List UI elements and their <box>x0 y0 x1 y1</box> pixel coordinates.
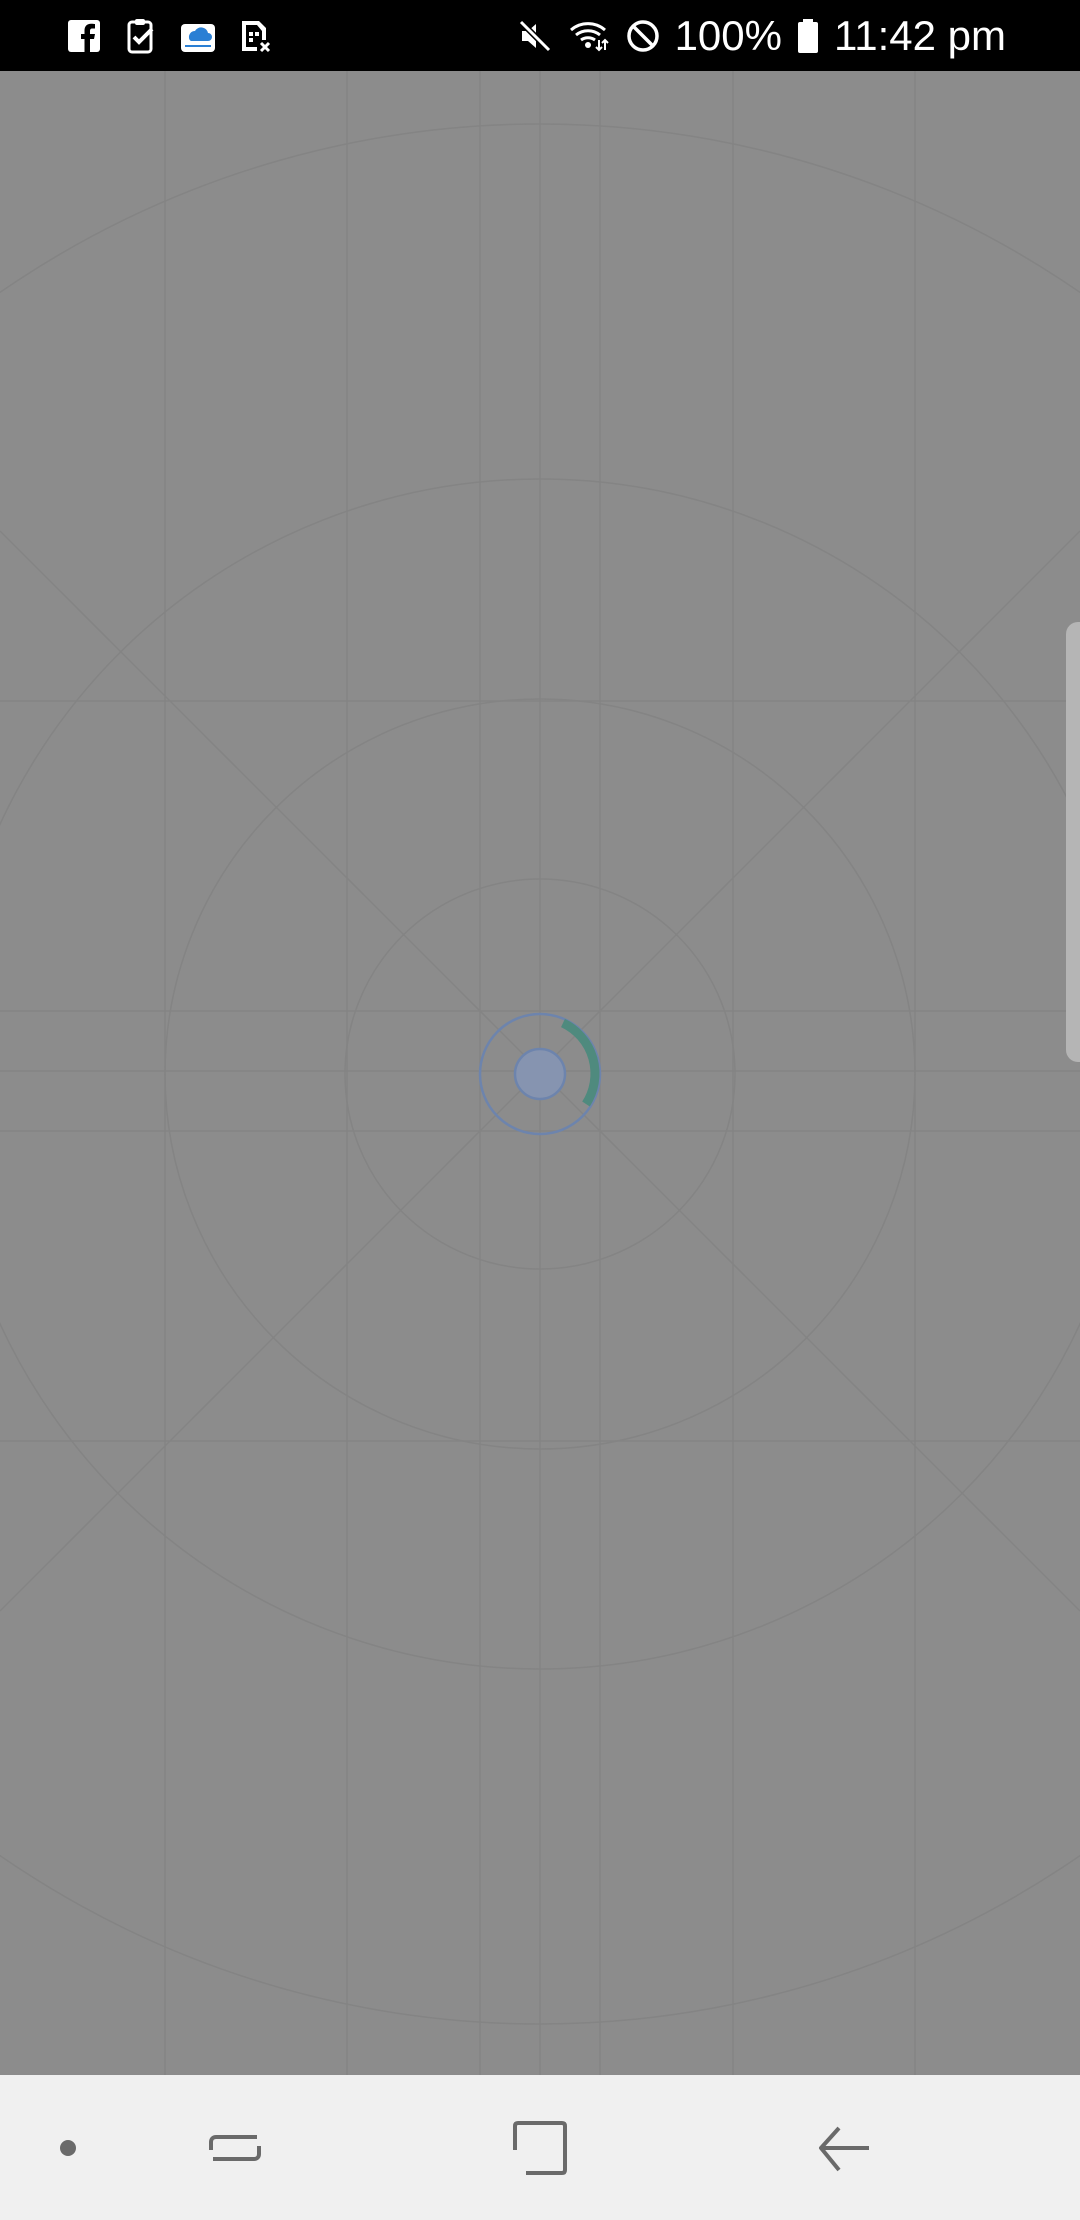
battery-icon <box>798 18 818 53</box>
notification-icons <box>66 0 273 71</box>
edge-panel-handle[interactable] <box>1066 622 1080 1062</box>
recent-apps-icon <box>209 2134 261 2161</box>
screen: 100% 11:42 pm <box>0 0 1080 2220</box>
cloud-calendar-icon <box>181 23 215 52</box>
battery-percentage: 100% <box>674 12 782 59</box>
dot-icon <box>60 2139 76 2156</box>
navigation-bar <box>0 2075 1080 2220</box>
nav-dot-button[interactable] <box>30 2075 106 2220</box>
system-status: 100% 11:42 pm <box>517 0 1006 71</box>
clock: 11:42 pm <box>834 12 1006 59</box>
do-not-disturb-icon <box>626 19 659 52</box>
home-icon <box>513 2120 567 2175</box>
task-check-icon <box>127 18 154 53</box>
facebook-icon <box>68 19 100 52</box>
home-button[interactable] <box>495 2075 585 2220</box>
radar-grid <box>0 71 1080 2075</box>
back-button[interactable] <box>800 2075 890 2220</box>
back-icon <box>819 2126 869 2171</box>
map-radar-view[interactable] <box>0 71 1080 2075</box>
status-bar: 100% 11:42 pm <box>0 0 1080 71</box>
sim-error-icon <box>242 20 271 52</box>
mute-icon <box>518 19 551 52</box>
recent-apps-button[interactable] <box>190 2075 280 2220</box>
wifi-icon <box>569 21 609 51</box>
